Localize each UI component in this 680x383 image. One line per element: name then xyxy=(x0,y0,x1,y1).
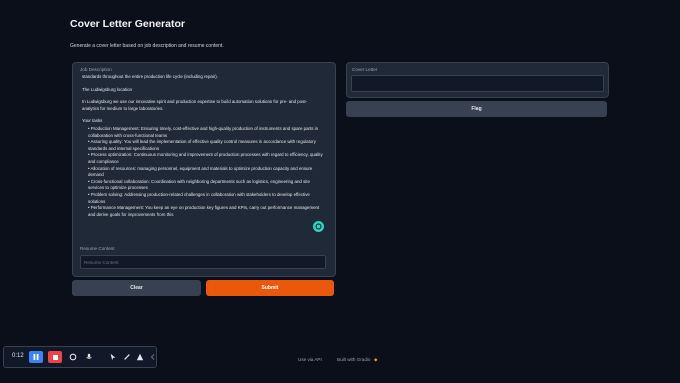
jd-paragraph: In Ludwigsburg we use our innovative spi… xyxy=(82,99,308,111)
input-panel: Job Description standards throughout the… xyxy=(72,62,336,277)
cursor-icon[interactable] xyxy=(108,352,118,362)
jd-task: • Problem solving: Addressing production… xyxy=(88,191,310,204)
jd-task: • Cross-functional collaboration: Coordi… xyxy=(88,178,310,191)
page-title: Cover Letter Generator xyxy=(70,18,185,30)
jd-task: • Production Management: Ensuring timely… xyxy=(88,125,319,138)
highlighter-icon[interactable] xyxy=(135,352,145,362)
resume-label: Resume Content xyxy=(80,246,115,251)
webcam-icon[interactable] xyxy=(68,352,78,362)
job-description-textarea[interactable]: standards throughout the entire producti… xyxy=(80,74,326,240)
pause-icon[interactable] xyxy=(29,351,43,363)
flag-button[interactable]: Flag xyxy=(346,101,607,117)
cover-letter-label: Cover Letter xyxy=(352,67,378,72)
jd-paragraph: The Ludwigsburg location xyxy=(82,86,133,92)
jd-paragraph: standards throughout the entire producti… xyxy=(82,74,218,79)
pen-icon[interactable] xyxy=(122,352,132,362)
page-subtitle: Generate a cover letter based on job des… xyxy=(70,43,224,49)
jd-task: • Process optimization: Continuous monit… xyxy=(88,152,323,164)
cover-letter-output[interactable] xyxy=(351,75,604,92)
stop-icon[interactable] xyxy=(48,351,62,363)
use-via-api-link[interactable]: Use via API xyxy=(298,357,322,362)
gradio-logo-icon: ◆ xyxy=(374,357,378,362)
output-panel: Cover Letter xyxy=(346,62,609,98)
job-description-label: Job Description xyxy=(80,67,112,72)
jd-task: • Performance Management: You keep an ey… xyxy=(88,205,320,217)
microphone-icon[interactable] xyxy=(84,352,94,362)
jd-task: • Assuring quality: You will lead the im… xyxy=(88,139,316,151)
submit-button[interactable]: Submit xyxy=(206,280,334,296)
built-with-gradio-link[interactable]: Built with Gradio xyxy=(337,357,370,362)
grammar-assistant-icon[interactable] xyxy=(313,221,324,232)
recording-time: 0:12 xyxy=(12,353,24,359)
clear-button[interactable]: Clear xyxy=(72,280,201,296)
resume-input[interactable]: Resume Content xyxy=(80,255,326,269)
jd-task: • Allocation of resources: managing pers… xyxy=(88,165,313,178)
collapse-chevron-icon[interactable] xyxy=(148,352,158,362)
recording-toolbar: 0:12 xyxy=(3,346,157,368)
jd-paragraph: Your tasks xyxy=(82,118,103,124)
